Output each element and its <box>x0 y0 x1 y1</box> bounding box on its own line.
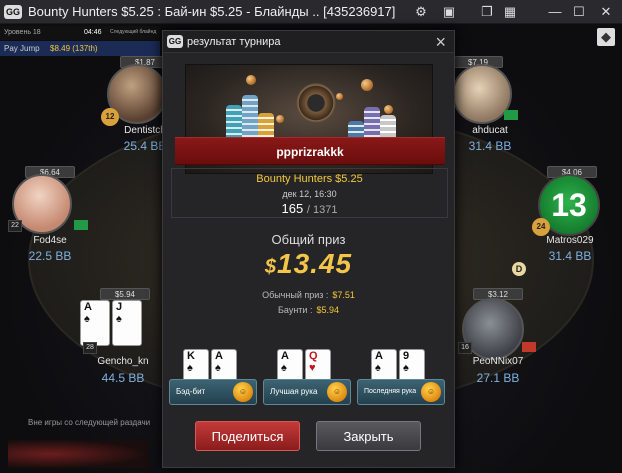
bounty-label: Баунти : <box>278 305 313 315</box>
tournament-name: Bounty Hunters $5.25 <box>256 173 363 185</box>
coin-icon <box>384 105 393 114</box>
best-hand-label: Лучшая рука <box>270 387 318 396</box>
player-seat[interactable]: $5.94 A ♠ J ♠ 28 Gencho_kn 44.5 BB <box>75 288 175 398</box>
regular-prize-value: $7.51 <box>332 290 355 300</box>
bad-beat-hand[interactable]: K ♠ A ♠ Бэд-бит ☺ <box>169 349 257 409</box>
player-name: Matros029 <box>546 235 594 246</box>
window-title: Bounty Hunters $5.25 : Бай-ин $5.25 - Бл… <box>28 4 396 19</box>
player-avatar <box>452 64 512 124</box>
dialog-logo: GG <box>167 35 183 48</box>
menu-icon[interactable]: ◆ <box>597 28 615 46</box>
currency-symbol: $ <box>264 256 278 278</box>
timer-text: 04:46 <box>84 29 102 36</box>
coin-icon <box>361 79 373 91</box>
emoji-icon: ☺ <box>327 382 347 402</box>
seat-number: 28 <box>83 342 97 354</box>
seat-number: 16 <box>458 342 472 354</box>
player-bb: 44.5 BB <box>101 371 145 385</box>
coin-icon <box>336 93 343 100</box>
pay-jump-strip: Pay Jump $8.49 (137th) <box>0 41 160 56</box>
regular-prize-line: Обычный приз : $7.51 <box>163 290 454 300</box>
app-logo: GG <box>4 4 22 19</box>
prize-value: 13.45 <box>277 248 353 279</box>
next-blind-text: Следующий блайнд <box>110 29 157 35</box>
player-name: Gencho_kn <box>97 356 149 367</box>
level-text: Уровень 18 <box>4 29 41 36</box>
title-bar: GG Bounty Hunters $5.25 : Бай-ин $5.25 -… <box>0 0 622 24</box>
last-hand-button[interactable]: Последняя рука ☺ <box>357 379 445 405</box>
grid-icon[interactable]: ▦ <box>501 3 519 21</box>
player-seat[interactable]: $4.06 13 24 Matros029 31.4 BB <box>522 166 622 276</box>
bad-beat-label: Бэд-бит <box>176 387 206 396</box>
winner-name: pppriz​rakkk <box>276 145 344 159</box>
last-hand-label: Последняя рука <box>364 388 417 395</box>
bad-beat-button[interactable]: Бэд-бит ☺ <box>169 379 257 405</box>
hole-card: J ♠ <box>112 300 142 346</box>
pay-jump-label: Pay Jump <box>4 44 40 53</box>
best-hand-button[interactable]: Лучшая рука ☺ <box>263 379 351 405</box>
dialog-title: результат турнира <box>187 36 281 48</box>
close-icon[interactable]: × <box>435 32 446 53</box>
bounty-value: $5.94 <box>316 305 339 315</box>
flag-icon <box>504 110 518 120</box>
total-prize-label: Общий приз <box>271 232 346 247</box>
level-strip: Уровень 18 04:46 Следующий блайнд <box>0 26 160 40</box>
tournament-result-dialog: GG результат турнира × pppriz​rakkk Boun… <box>162 30 455 468</box>
player-seat[interactable]: $3.12 16 PeoNNix07 27.1 BB <box>448 288 548 398</box>
close-button[interactable]: Закрыть <box>316 421 421 451</box>
winner-ribbon: pppriz​rakkk <box>175 137 445 165</box>
dealer-button: D <box>512 262 526 276</box>
tournament-ticket: Bounty Hunters $5.25 дек 12, 16:30 165 /… <box>171 168 448 218</box>
place-value: 165 <box>281 201 304 216</box>
player-name: PeoNNix07 <box>472 356 524 367</box>
player-name: Fod4se <box>33 235 67 246</box>
tournament-date: дек 12, 16:30 <box>282 189 337 199</box>
player-name: ahducat <box>472 125 508 136</box>
player-bb: 31.4 BB <box>548 249 592 263</box>
tile-icon[interactable]: ❐ <box>478 3 496 21</box>
coin-icon <box>276 115 284 123</box>
seat-number: 22 <box>8 220 22 232</box>
flag-icon <box>74 220 88 230</box>
layout-icon[interactable]: ▣ <box>440 3 458 21</box>
pay-jump-value: $8.49 (137th) <box>50 44 98 53</box>
total-prize-amount: $13.45 <box>163 248 454 280</box>
flag-icon <box>522 342 536 352</box>
minimize-icon[interactable]: — <box>546 3 564 21</box>
player-seat[interactable]: $6.64 22 Fod4se 22.5 BB <box>0 166 100 276</box>
bottom-promo[interactable] <box>8 440 148 468</box>
player-bb: 22.5 BB <box>28 249 72 263</box>
emoji-icon: ☺ <box>233 382 253 402</box>
coin-icon <box>246 75 256 85</box>
finish-place: 165 / 1371 <box>172 201 447 216</box>
best-hand[interactable]: A ♠ Q ♥ Лучшая рука ☺ <box>263 349 351 409</box>
sitting-out-text: Вне игры со следующей раздачи <box>28 418 151 427</box>
regular-prize-label: Обычный приз : <box>262 290 329 300</box>
poker-chip-icon <box>296 83 336 123</box>
level-badge: 12 <box>101 108 119 126</box>
player-stack: $5.94 <box>100 288 150 300</box>
emoji-icon: ☺ <box>421 382 441 402</box>
hole-card: A ♠ <box>80 300 110 346</box>
level-badge: 24 <box>532 218 550 236</box>
gear-icon[interactable]: ⚙ <box>412 3 430 21</box>
share-button[interactable]: Поделиться <box>195 421 300 451</box>
player-bb: 31.4 BB <box>468 139 512 153</box>
poker-table-window: GG Bounty Hunters $5.25 : Бай-ин $5.25 -… <box>0 0 622 473</box>
player-bb: 27.1 BB <box>476 371 520 385</box>
dialog-header: GG результат турнира × <box>163 31 454 53</box>
maximize-icon[interactable]: ☐ <box>570 3 588 21</box>
bounty-line: Баунти : $5.94 <box>163 305 454 315</box>
last-hand[interactable]: A ♠ 9 ♠ Последняя рука ☺ <box>357 349 445 409</box>
total-players: / 1371 <box>306 204 338 216</box>
close-icon[interactable]: ✕ <box>597 3 615 21</box>
